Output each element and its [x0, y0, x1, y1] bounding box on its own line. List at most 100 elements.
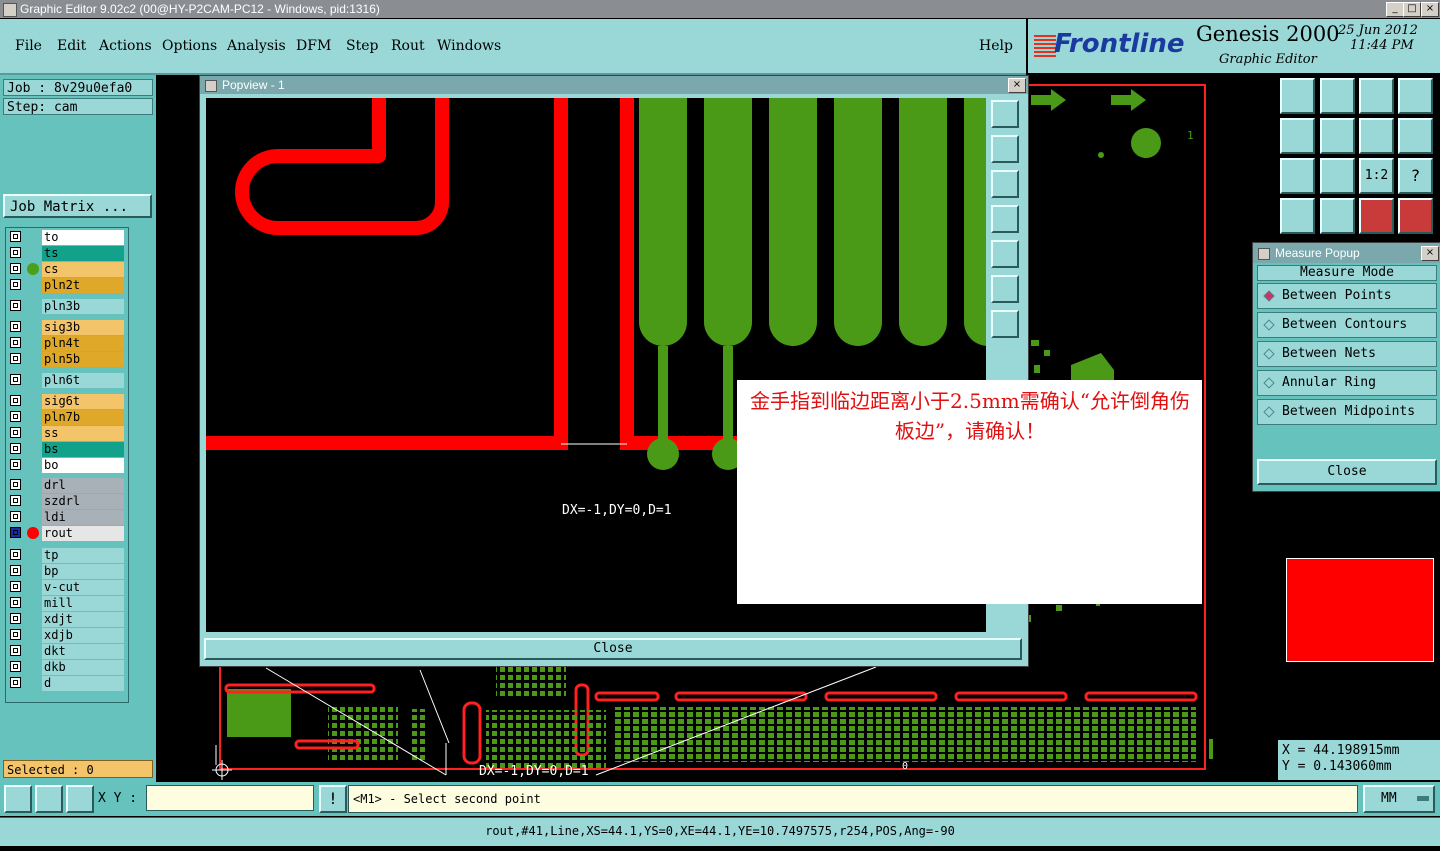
pan-down-icon[interactable]: [991, 170, 1019, 198]
pan-right-icon[interactable]: [991, 240, 1019, 268]
layer-checkbox[interactable]: [10, 443, 21, 454]
minimize-icon[interactable]: _: [1386, 2, 1404, 17]
layer-checkbox[interactable]: [10, 411, 21, 422]
menu-windows[interactable]: Windows: [437, 38, 501, 54]
layer-checkbox[interactable]: [10, 337, 21, 348]
layer-row-mill[interactable]: mill: [8, 596, 126, 611]
toolbar-left-icon[interactable]: [1280, 118, 1315, 154]
layer-row-pln7b[interactable]: pln7b: [8, 410, 126, 425]
layer-row-ss[interactable]: ss: [8, 426, 126, 441]
layer-row-szdrl[interactable]: szdrl: [8, 494, 126, 509]
layer-checkbox[interactable]: [10, 321, 21, 332]
layer-checkbox[interactable]: [10, 300, 21, 311]
settings-icon[interactable]: [1280, 198, 1315, 234]
layer-checkbox[interactable]: [10, 565, 21, 576]
measure-option[interactable]: Between Midpoints: [1257, 399, 1437, 425]
layer-checkbox[interactable]: [10, 427, 21, 438]
layer-checkbox[interactable]: [10, 263, 21, 274]
menu-file[interactable]: File: [15, 38, 42, 54]
layer-checkbox[interactable]: [10, 374, 21, 385]
toolbar-right-icon[interactable]: [1320, 118, 1355, 154]
menu-analysis[interactable]: Analysis: [227, 38, 286, 54]
layer-row-sig6t[interactable]: sig6t: [8, 394, 126, 409]
toolbar-up-icon[interactable]: [1280, 78, 1315, 114]
layer-row-pln2t[interactable]: pln2t: [8, 278, 126, 293]
menu-rout[interactable]: Rout: [391, 38, 425, 54]
zoom-out-icon[interactable]: [991, 275, 1019, 303]
execute-button[interactable]: !: [319, 785, 347, 813]
measure-option[interactable]: Between Nets: [1257, 341, 1437, 367]
layer-row-sig3b[interactable]: sig3b: [8, 320, 126, 335]
layer-row-pln4t[interactable]: pln4t: [8, 336, 126, 351]
layer-row-cs[interactable]: cs: [8, 262, 126, 277]
layer-row-d[interactable]: d: [8, 676, 126, 691]
menu-actions[interactable]: Actions: [99, 38, 152, 54]
layer-row-drl[interactable]: drl: [8, 478, 126, 493]
mirror-icon[interactable]: [1359, 118, 1394, 154]
zoom-window-icon[interactable]: [991, 100, 1019, 128]
layer-row-xdjt[interactable]: xdjt: [8, 612, 126, 627]
xy-input[interactable]: [146, 785, 314, 811]
net-select-icon[interactable]: [1398, 198, 1433, 234]
layer-row-bo[interactable]: bo: [8, 458, 126, 473]
snake-icon[interactable]: [1398, 118, 1433, 154]
menu-step[interactable]: Step: [346, 38, 378, 54]
popview-close-button[interactable]: Close: [204, 638, 1022, 660]
measure-option[interactable]: Between Contours: [1257, 312, 1437, 338]
zoom-center-icon[interactable]: [1320, 158, 1355, 194]
layer-checkbox[interactable]: [10, 395, 21, 406]
layer-checkbox[interactable]: [10, 661, 21, 672]
layer-row-ldi[interactable]: ldi: [8, 510, 126, 525]
layer-checkbox[interactable]: [10, 527, 21, 538]
layer-checkbox[interactable]: [10, 581, 21, 592]
menu-edit[interactable]: Edit: [57, 38, 86, 54]
layer-checkbox[interactable]: [10, 279, 21, 290]
maximize-icon[interactable]: □: [1403, 2, 1421, 17]
measure-option[interactable]: Annular Ring: [1257, 370, 1437, 396]
layer-row-bs[interactable]: bs: [8, 442, 126, 457]
layer-checkbox[interactable]: [10, 231, 21, 242]
menu-dfm[interactable]: DFM: [296, 38, 331, 54]
layer-checkbox[interactable]: [10, 495, 21, 506]
units-select[interactable]: MM: [1363, 785, 1435, 813]
zoom-fit-icon[interactable]: [1280, 158, 1315, 194]
layer-checkbox[interactable]: [10, 511, 21, 522]
layer-row-v-cut[interactable]: v-cut: [8, 580, 126, 595]
overview-map[interactable]: [1278, 555, 1436, 663]
close-icon[interactable]: ×: [1421, 2, 1439, 17]
layer-row-pln5b[interactable]: pln5b: [8, 352, 126, 367]
layer-row-xdjb[interactable]: xdjb: [8, 628, 126, 643]
layer-checkbox[interactable]: [10, 459, 21, 470]
layer-checkbox[interactable]: [10, 677, 21, 688]
pan-up-icon[interactable]: [991, 135, 1019, 163]
window-split-icon[interactable]: [1398, 78, 1433, 114]
snap-icon[interactable]: [4, 785, 32, 813]
layer-row-tp[interactable]: tp: [8, 548, 126, 563]
job-matrix-button[interactable]: Job Matrix ...: [3, 194, 152, 218]
layer-checkbox[interactable]: [10, 613, 21, 624]
ratio-button[interactable]: 1:2: [1359, 158, 1394, 194]
help-icon[interactable]: ?: [1398, 158, 1433, 194]
layer-row-rout[interactable]: rout: [8, 526, 126, 541]
measure-close-button[interactable]: Close: [1257, 459, 1437, 485]
layer-checkbox[interactable]: [10, 629, 21, 640]
layer-checkbox[interactable]: [10, 353, 21, 364]
layer-row-pln3b[interactable]: pln3b: [8, 299, 126, 314]
zoom-in-icon[interactable]: [991, 310, 1019, 338]
menu-options[interactable]: Options: [162, 38, 217, 54]
measure-option[interactable]: Between Points: [1257, 283, 1437, 309]
net-highlight-icon[interactable]: [1359, 198, 1394, 234]
layer-checkbox[interactable]: [10, 247, 21, 258]
layer-row-dkt[interactable]: dkt: [8, 644, 126, 659]
grid-icon[interactable]: [66, 785, 94, 813]
layer-checkbox[interactable]: [10, 549, 21, 560]
layer-row-pln6t[interactable]: pln6t: [8, 373, 126, 388]
layer-row-bp[interactable]: bp: [8, 564, 126, 579]
pan-left-icon[interactable]: [991, 205, 1019, 233]
angle-icon[interactable]: [35, 785, 63, 813]
layer-row-ts[interactable]: ts: [8, 246, 126, 261]
home-icon[interactable]: [1359, 78, 1394, 114]
probe-icon[interactable]: [1320, 198, 1355, 234]
popview-close-icon[interactable]: ×: [1008, 78, 1026, 93]
layer-row-to[interactable]: to: [8, 230, 126, 245]
